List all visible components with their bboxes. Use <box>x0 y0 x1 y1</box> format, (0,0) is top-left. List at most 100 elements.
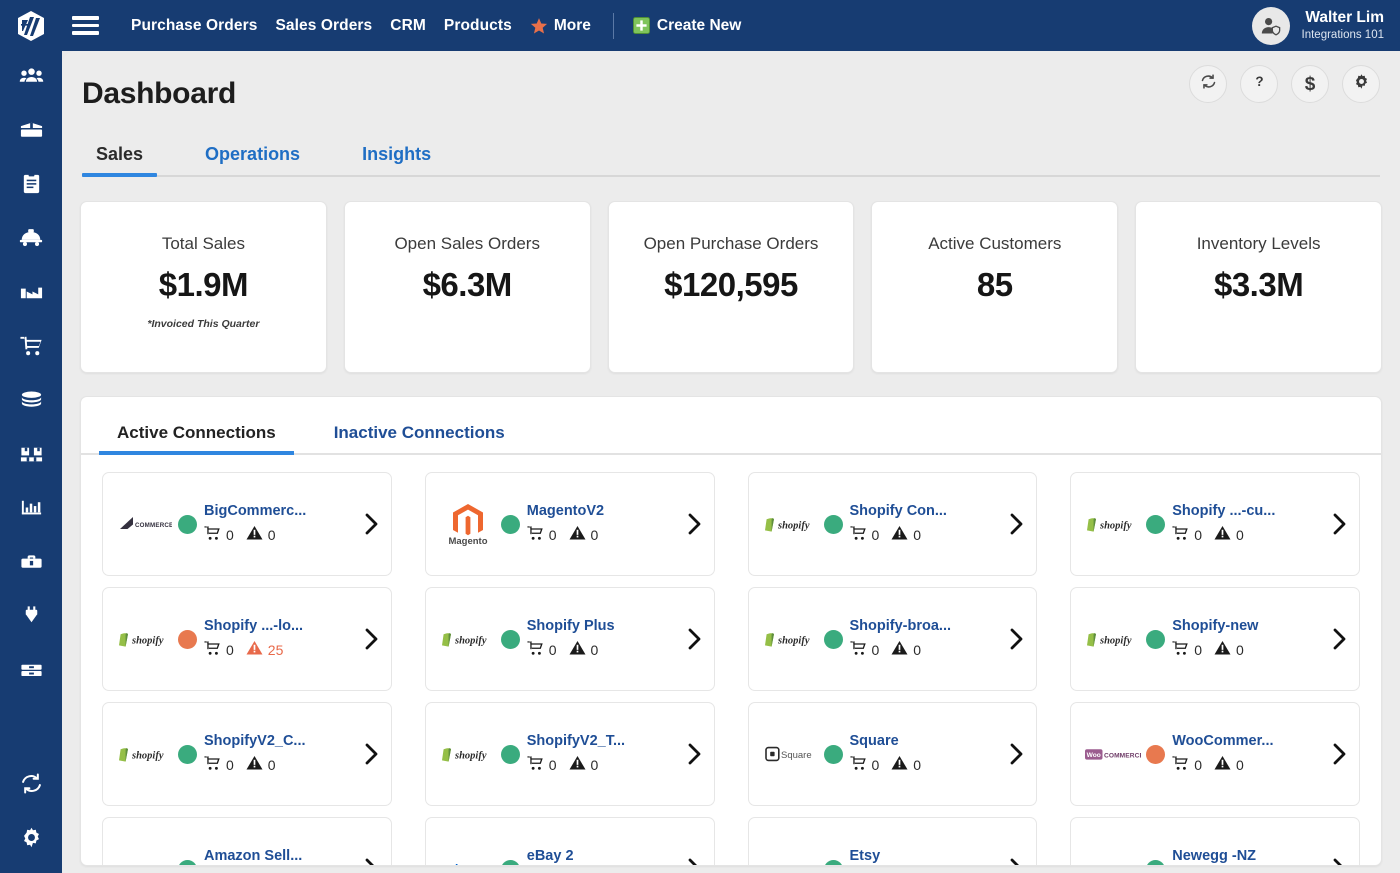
sidebar-item-customers[interactable] <box>0 51 62 105</box>
kpi-card-open-purchase-orders[interactable]: Open Purchase Orders $120,595 <box>608 201 855 373</box>
connection-name[interactable]: WooCommer... <box>1172 733 1323 749</box>
connection-name[interactable]: BigCommerc... <box>204 503 355 519</box>
tab-active-connections[interactable]: Active Connections <box>99 423 294 453</box>
status-indicator-dot <box>824 745 843 764</box>
chevron-right-icon[interactable] <box>1006 511 1026 537</box>
chevron-right-icon[interactable] <box>361 626 381 652</box>
connection-info: MagentoV200 <box>527 503 678 546</box>
connection-name[interactable]: eBay 2 <box>527 848 678 864</box>
kpi-card-open-sales-orders[interactable]: Open Sales Orders $6.3M <box>344 201 591 373</box>
chevron-right-icon[interactable] <box>684 741 704 767</box>
chevron-right-icon[interactable] <box>1006 626 1026 652</box>
kpi-value: $3.3M <box>1214 266 1303 304</box>
sidebar-item-shipping[interactable] <box>0 213 62 267</box>
chevron-right-icon[interactable] <box>1006 856 1026 866</box>
connection-name[interactable]: MagentoV2 <box>527 503 678 519</box>
sidebar-item-inventory[interactable] <box>0 105 62 159</box>
refresh-button[interactable] <box>1189 65 1227 103</box>
tab-insights[interactable]: Insights <box>348 144 445 175</box>
company-logo-icon[interactable] <box>0 0 62 51</box>
chevron-right-icon[interactable] <box>1329 741 1349 767</box>
kpi-card-inventory-levels[interactable]: Inventory Levels $3.3M <box>1135 201 1382 373</box>
kpi-value: $1.9M <box>159 266 248 304</box>
sidebar-item-integrations[interactable] <box>0 591 62 645</box>
chevron-right-icon[interactable] <box>684 626 704 652</box>
create-new-label: Create New <box>657 17 741 35</box>
connection-card[interactable]: ebayeBay 200 <box>425 817 715 866</box>
connection-card[interactable]: shopifyShopifyV2_T...00 <box>425 702 715 806</box>
sidebar-item-settings[interactable] <box>0 813 62 867</box>
chevron-right-icon[interactable] <box>361 856 381 866</box>
chevron-right-icon[interactable] <box>361 741 381 767</box>
sidebar-item-tools[interactable] <box>0 537 62 591</box>
connection-name[interactable]: Shopify ...-lo... <box>204 618 355 634</box>
user-menu[interactable]: Walter Lim Integrations 101 <box>1252 0 1388 51</box>
sidebar-item-warehouse[interactable] <box>0 267 62 321</box>
connection-card[interactable]: shopifyShopify Con...00 <box>748 472 1038 576</box>
create-new-button[interactable]: Create New <box>627 17 747 35</box>
tab-inactive-connections[interactable]: Inactive Connections <box>316 423 523 453</box>
svg-text:COMMERCE: COMMERCE <box>1104 752 1141 759</box>
nav-products[interactable]: Products <box>435 0 521 51</box>
chevron-right-icon[interactable] <box>684 856 704 866</box>
connection-card[interactable]: shopifyShopify ...-lo...025 <box>102 587 392 691</box>
nav-crm[interactable]: CRM <box>381 0 435 51</box>
sidebar-item-reports[interactable] <box>0 483 62 537</box>
hamburger-menu-icon[interactable] <box>62 0 108 51</box>
connection-name[interactable]: ShopifyV2_T... <box>527 733 678 749</box>
connection-card[interactable]: shopifyShopify ...-cu...00 <box>1070 472 1360 576</box>
connection-card[interactable]: WooCOMMERCEWooCommer...00 <box>1070 702 1360 806</box>
sidebar-item-orders[interactable] <box>0 159 62 213</box>
connection-card[interactable]: shopifyShopify-broa...00 <box>748 587 1038 691</box>
connection-card[interactable]: shopifyShopifyV2_C...00 <box>102 702 392 806</box>
chevron-right-icon[interactable] <box>1329 511 1349 537</box>
sidebar-item-accounting[interactable] <box>0 375 62 429</box>
kpi-label: Total Sales <box>162 234 245 254</box>
connection-name[interactable]: Shopify Plus <box>527 618 678 634</box>
connection-card[interactable]: SquareSquare00 <box>748 702 1038 806</box>
connection-card[interactable]: EtsyEtsy00 <box>748 817 1038 866</box>
connection-name[interactable]: ShopifyV2_C... <box>204 733 355 749</box>
nav-sales-orders[interactable]: Sales Orders <box>266 0 381 51</box>
bar-chart-icon <box>19 495 44 525</box>
square-logo-icon: Square <box>760 746 822 762</box>
svg-text:e: e <box>446 862 453 866</box>
connection-card[interactable]: COMMERCEBigCommerc...00 <box>102 472 392 576</box>
connection-name[interactable]: Shopify-new <box>1172 618 1323 634</box>
currency-button[interactable]: $ <box>1291 65 1329 103</box>
sidebar-item-production[interactable] <box>0 429 62 483</box>
kpi-card-total-sales[interactable]: Total Sales $1.9M *Invoiced This Quarter <box>80 201 327 373</box>
connection-card[interactable]: shopifyShopify Plus00 <box>425 587 715 691</box>
orders-count: 0 <box>1194 757 1202 773</box>
chevron-right-icon[interactable] <box>361 511 381 537</box>
connection-name[interactable]: Shopify-broa... <box>850 618 1001 634</box>
connection-name[interactable]: Amazon Sell... <box>204 848 355 864</box>
help-button[interactable]: ? <box>1240 65 1278 103</box>
warning-triangle-icon <box>569 525 586 546</box>
connection-card[interactable]: MagentoMagentoV200 <box>425 472 715 576</box>
chevron-right-icon[interactable] <box>1006 741 1026 767</box>
orders-stat: 0 <box>1172 525 1202 546</box>
sidebar-item-sync[interactable] <box>0 759 62 813</box>
tab-operations[interactable]: Operations <box>191 144 314 175</box>
connection-name[interactable]: Newegg -NZ <box>1172 848 1323 864</box>
nav-purchase-orders[interactable]: Purchase Orders <box>122 0 266 51</box>
kpi-card-active-customers[interactable]: Active Customers 85 <box>871 201 1118 373</box>
connection-card[interactable]: NeweggNewegg -NZ00 <box>1070 817 1360 866</box>
chevron-right-icon[interactable] <box>1329 856 1349 866</box>
tab-sales[interactable]: Sales <box>82 144 157 175</box>
chevron-right-icon[interactable] <box>684 511 704 537</box>
connection-name[interactable]: Square <box>850 733 1001 749</box>
sidebar-item-catalog[interactable] <box>0 645 62 699</box>
chevron-right-icon[interactable] <box>1329 626 1349 652</box>
connection-card[interactable]: amazonAmazon Sell...00 <box>102 817 392 866</box>
nav-more[interactable]: More <box>521 17 600 35</box>
connection-name[interactable]: Etsy <box>850 848 1001 864</box>
kpi-value: $120,595 <box>664 266 798 304</box>
connection-name[interactable]: Shopify Con... <box>850 503 1001 519</box>
sidebar-item-purchasing[interactable] <box>0 321 62 375</box>
settings-button[interactable] <box>1342 65 1380 103</box>
dashboard-page: Purchase Orders Sales Orders CRM Product… <box>0 0 1400 873</box>
connection-name[interactable]: Shopify ...-cu... <box>1172 503 1323 519</box>
connection-card[interactable]: shopifyShopify-new00 <box>1070 587 1360 691</box>
